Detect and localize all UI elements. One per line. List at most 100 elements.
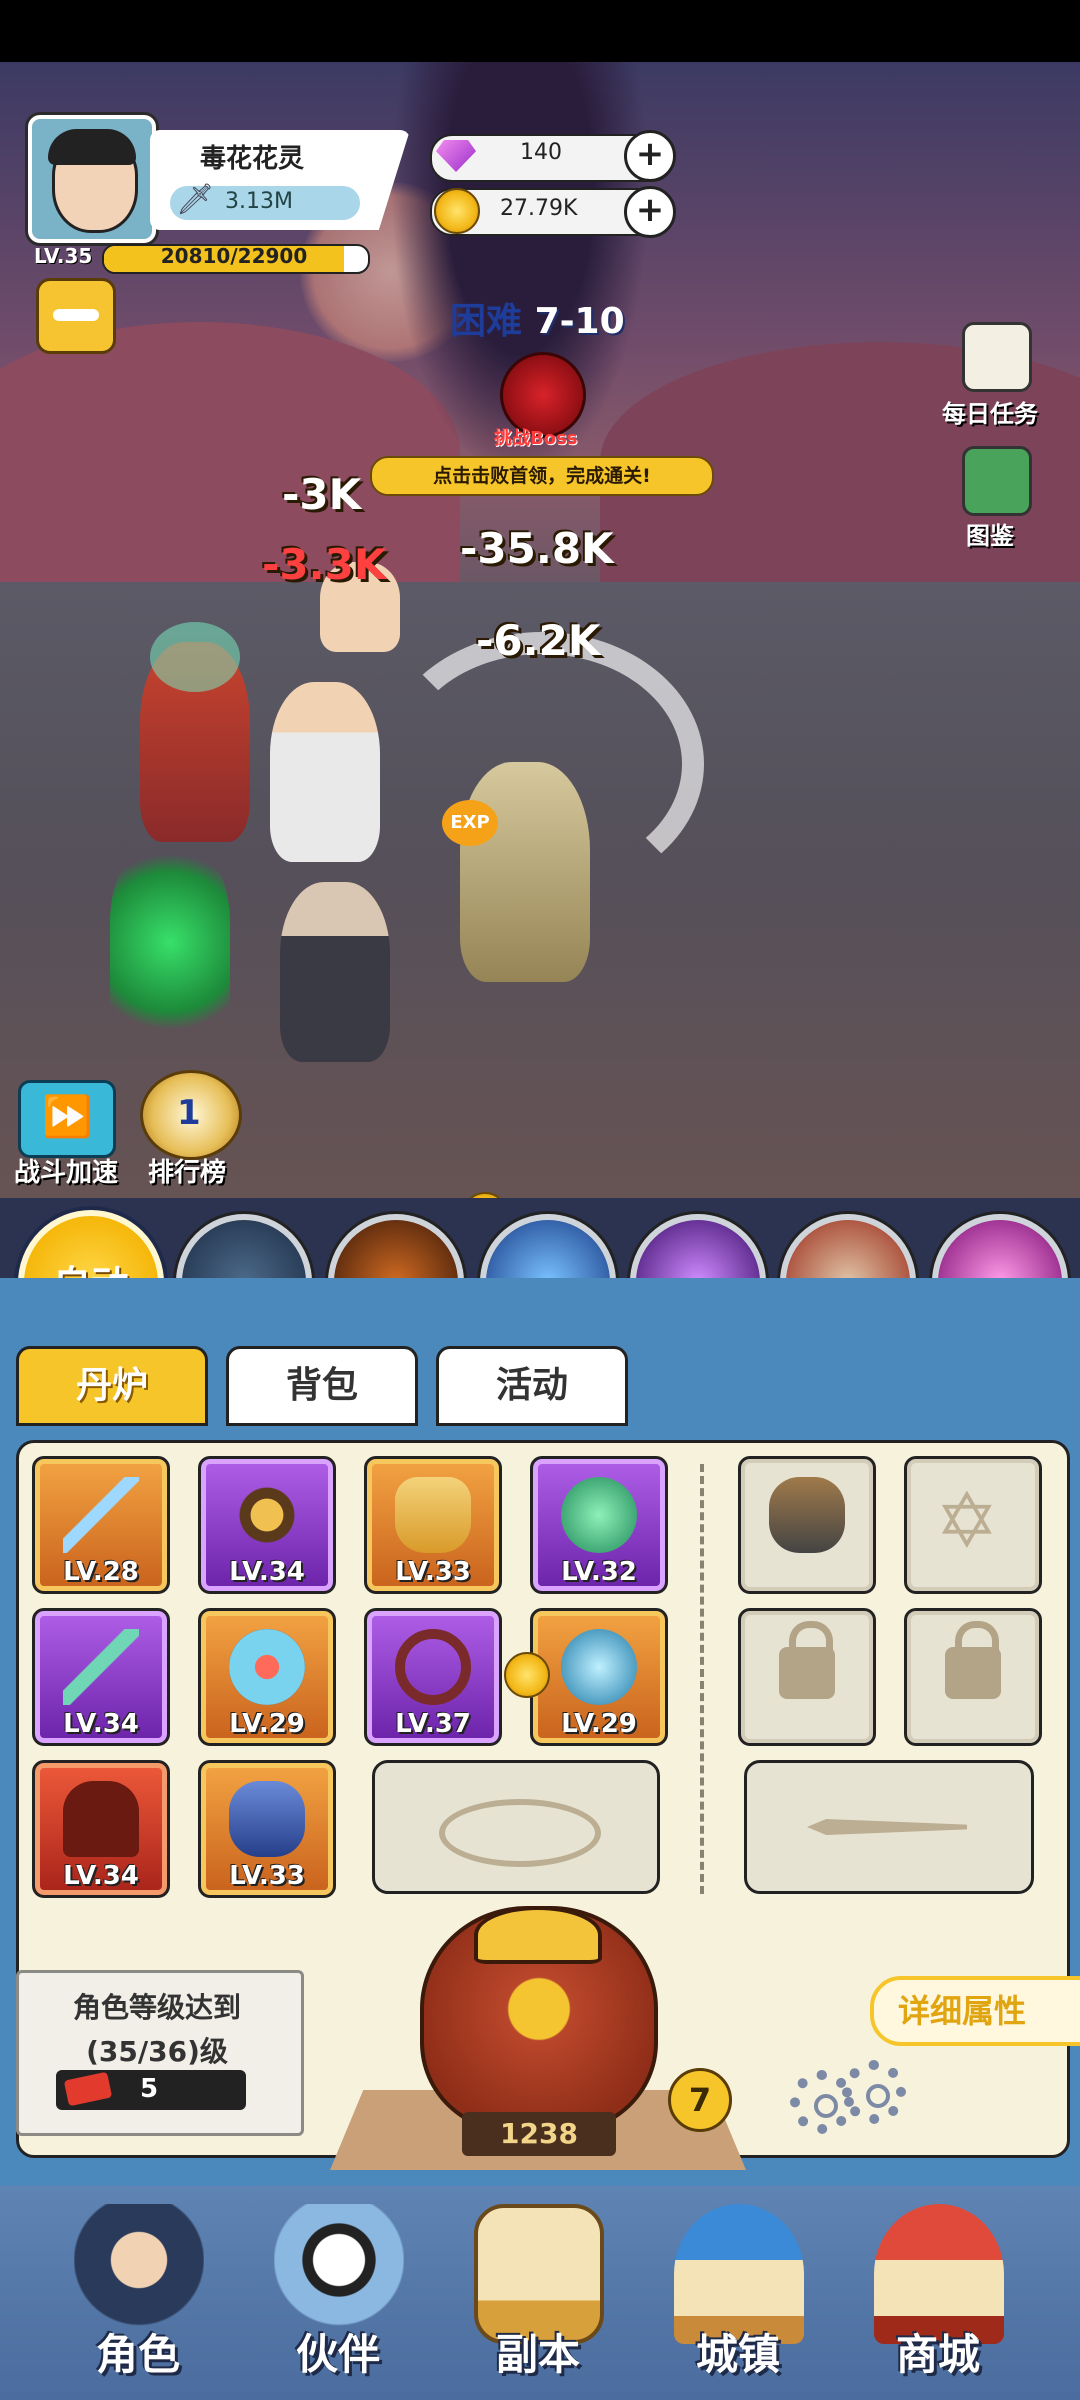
equipment-level: LV.33 xyxy=(395,1557,471,1587)
add-gems-button[interactable]: + xyxy=(624,130,676,182)
stage-difficulty: 困难 xyxy=(450,301,523,342)
equipment-slot[interactable]: LV.33 xyxy=(364,1456,502,1594)
nav-label: 城镇 xyxy=(695,2330,780,2379)
trophy-icon: 1 xyxy=(177,1093,201,1133)
locked-slot[interactable] xyxy=(738,1608,876,1746)
tab-backpack[interactable]: 背包 xyxy=(226,1346,418,1426)
equipment-slot[interactable]: LV.29 xyxy=(198,1608,336,1746)
damage-number: -3K xyxy=(282,470,362,519)
collapse-menu-button[interactable] xyxy=(36,278,116,354)
gem-amount: 140 xyxy=(520,140,562,165)
stage-number: 7-10 xyxy=(534,301,625,342)
helmet-icon xyxy=(63,1781,139,1857)
equipment-slot[interactable]: LV.34 xyxy=(32,1760,170,1898)
boss-label: 挑战Boss xyxy=(494,428,578,449)
level-requirement-text: 角色等级达到 xyxy=(72,1991,241,2024)
equipment-slot[interactable]: LV.29 xyxy=(530,1608,668,1746)
fairy-wings xyxy=(150,622,240,692)
hero-green-hair[interactable] xyxy=(110,842,230,1042)
armor-icon xyxy=(229,1477,305,1553)
furnace-lid xyxy=(474,1906,602,1964)
tab-events[interactable]: 活动 xyxy=(436,1346,628,1426)
weapon-slot[interactable] xyxy=(744,1760,1034,1894)
minus-icon xyxy=(53,309,99,321)
nav-label: 角色 xyxy=(95,2330,180,2379)
water-orb-icon xyxy=(561,1629,637,1705)
xp-text: 20810/22900 xyxy=(160,244,308,268)
battle-speed-button[interactable]: ⏩ xyxy=(18,1080,116,1158)
equipment-level: LV.37 xyxy=(395,1709,471,1739)
add-coins-button[interactable]: + xyxy=(624,186,676,238)
hexagram-icon: ✡ xyxy=(935,1476,999,1565)
sword-icon: 🗡 xyxy=(176,182,215,217)
equipment-level: LV.34 xyxy=(63,1861,139,1891)
equipment-level: LV.34 xyxy=(229,1557,305,1587)
tab-alchemy-furnace[interactable]: 丹炉 xyxy=(16,1346,208,1426)
formation-slot[interactable] xyxy=(372,1760,660,1894)
equipment-slot[interactable]: LV.34 xyxy=(32,1608,170,1746)
coin-amount: 27.79K xyxy=(500,196,578,221)
codex-book-icon[interactable] xyxy=(962,446,1032,516)
chestplate-icon xyxy=(395,1477,471,1553)
leaderboard-button[interactable]: 1 xyxy=(140,1070,242,1160)
lock-icon xyxy=(779,1621,835,1699)
equipment-level: LV.29 xyxy=(229,1709,305,1739)
jade-orb-icon xyxy=(561,1477,637,1553)
equipment-slot[interactable]: LV.37 xyxy=(364,1608,502,1746)
equipment-slot[interactable]: LV.34 xyxy=(198,1456,336,1594)
boots-icon xyxy=(229,1781,305,1857)
hero-elder[interactable] xyxy=(280,882,390,1062)
furnace-level-badge[interactable]: 7 xyxy=(654,2066,740,2132)
hero-white-robe[interactable] xyxy=(270,682,380,862)
damage-number: -35.8K xyxy=(460,524,614,573)
shield-icon xyxy=(229,1629,305,1705)
coin-icon xyxy=(504,1652,550,1698)
exp-orb[interactable]: EXP xyxy=(442,800,498,846)
equipment-level: LV.32 xyxy=(561,1557,637,1587)
nav-label: 伙伴 xyxy=(295,2330,380,2379)
avatar-hair xyxy=(48,129,136,165)
special-slot[interactable]: ✡ xyxy=(904,1456,1042,1594)
nav-partner[interactable]: 伙伴 xyxy=(240,2194,436,2390)
nav-dungeon[interactable]: 副本 xyxy=(440,2194,636,2390)
daily-tasks-label[interactable]: 每日任务 xyxy=(942,394,1038,429)
boss-tip: 点击击败首领，完成通关! xyxy=(370,456,714,496)
spear-icon xyxy=(807,1819,967,1835)
stage-title: 困难 7-10 xyxy=(450,292,625,344)
lantern-icon xyxy=(769,1477,845,1553)
nav-shop[interactable]: 商城 xyxy=(840,2194,1036,2390)
nav-label: 副本 xyxy=(495,2330,580,2379)
battle-speed-label[interactable]: 战斗加速 xyxy=(14,1152,118,1189)
coin-icon xyxy=(434,188,480,234)
leaderboard-label[interactable]: 排行榜 xyxy=(148,1152,226,1189)
codex-label[interactable]: 图鉴 xyxy=(966,516,1014,551)
player-avatar[interactable] xyxy=(28,115,156,243)
damage-number: -6.2K xyxy=(476,616,601,665)
equipment-level: LV.28 xyxy=(63,1557,139,1587)
nav-character[interactable]: 角色 xyxy=(40,2194,236,2390)
magic-circle-icon xyxy=(439,1799,601,1867)
damage-number: -3.3K xyxy=(262,540,387,589)
detail-attributes-button[interactable]: 详细属性 xyxy=(870,1976,1080,2046)
whip-icon xyxy=(395,1629,471,1705)
locked-slot[interactable] xyxy=(904,1608,1042,1746)
equipment-level: LV.33 xyxy=(229,1861,305,1891)
special-slot[interactable] xyxy=(738,1456,876,1594)
equipment-slot[interactable]: LV.28 xyxy=(32,1456,170,1594)
daily-tasks-icon[interactable] xyxy=(962,322,1032,392)
player-level: LV.35 xyxy=(34,244,93,268)
badge-number: 7 xyxy=(668,2068,732,2132)
equipment-slot[interactable]: LV.33 xyxy=(198,1760,336,1898)
ticket-count: 5 xyxy=(140,2074,159,2104)
divider xyxy=(700,1464,704,1894)
gear-icon[interactable] xyxy=(842,2060,906,2124)
blade-icon xyxy=(63,1629,139,1705)
player-name: 毒花花灵 xyxy=(200,144,305,174)
equipment-level: LV.29 xyxy=(561,1709,637,1739)
slash-effect xyxy=(380,632,704,896)
equipment-slot[interactable]: LV.32 xyxy=(530,1456,668,1594)
equipment-level: LV.34 xyxy=(63,1709,139,1739)
nav-town[interactable]: 城镇 xyxy=(640,2194,836,2390)
level-requirement-progress: (35/36)级 xyxy=(86,2035,228,2068)
lock-icon xyxy=(945,1621,1001,1699)
